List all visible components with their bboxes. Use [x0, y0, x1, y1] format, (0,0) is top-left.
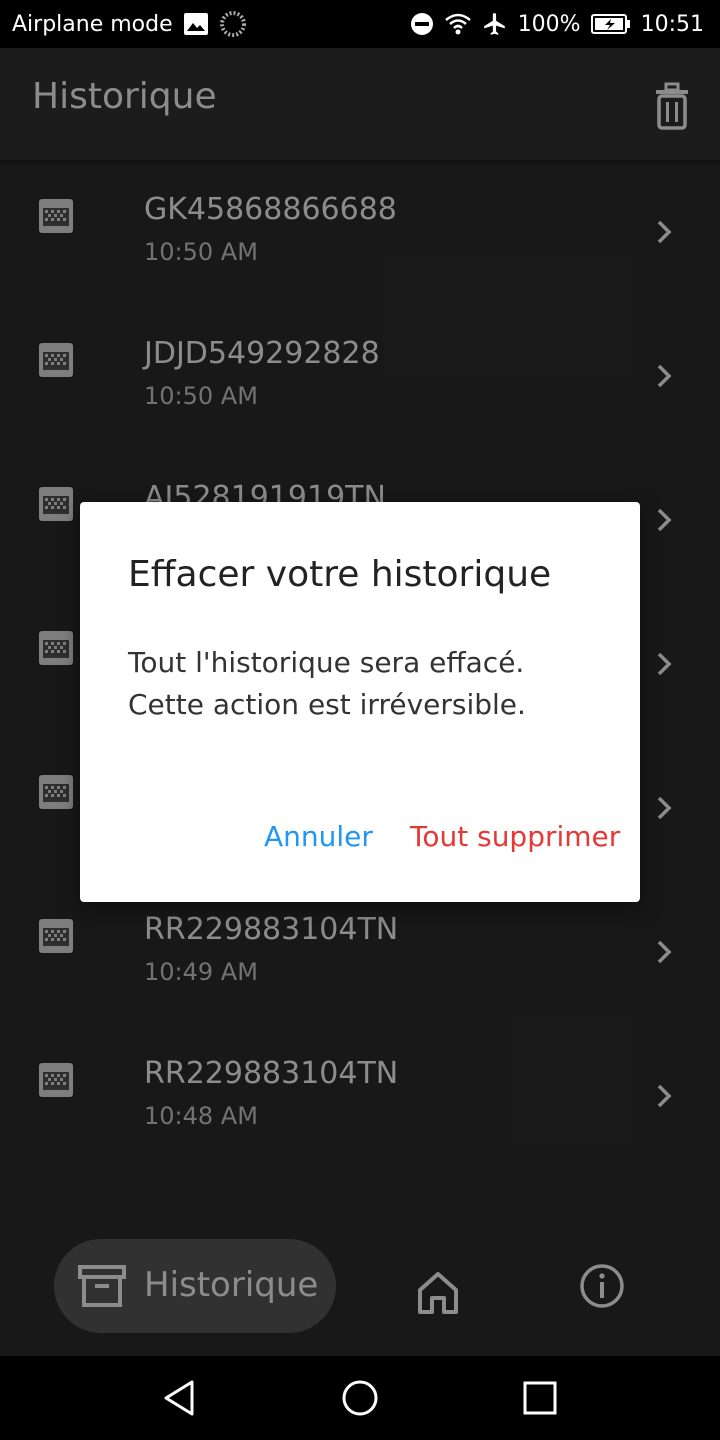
clock: 10:51 [640, 11, 704, 37]
airplane-mode-label: Airplane mode [12, 11, 173, 37]
airplane-icon [483, 13, 505, 35]
back-icon[interactable] [160, 1378, 200, 1418]
system-navigation-bar [0, 1356, 720, 1440]
loading-icon [219, 11, 246, 37]
home-circle-icon[interactable] [340, 1378, 380, 1418]
cancel-button[interactable]: Annuler [264, 820, 373, 853]
battery-charging-icon [590, 14, 630, 34]
clear-history-dialog: Effacer votre historique Tout l'historiq… [80, 502, 640, 902]
dialog-title: Effacer votre historique [128, 554, 552, 595]
image-icon [183, 13, 208, 35]
recents-icon[interactable] [522, 1380, 558, 1416]
battery-percent: 100% [517, 11, 581, 37]
dialog-message: Tout l'historique sera effacé. Cette act… [128, 646, 526, 721]
status-bar: Airplane mode 100% 10:51 [0, 0, 720, 48]
do-not-disturb-icon [410, 13, 433, 35]
delete-all-button[interactable]: Tout supprimer [410, 820, 620, 853]
wifi-icon [444, 13, 471, 35]
